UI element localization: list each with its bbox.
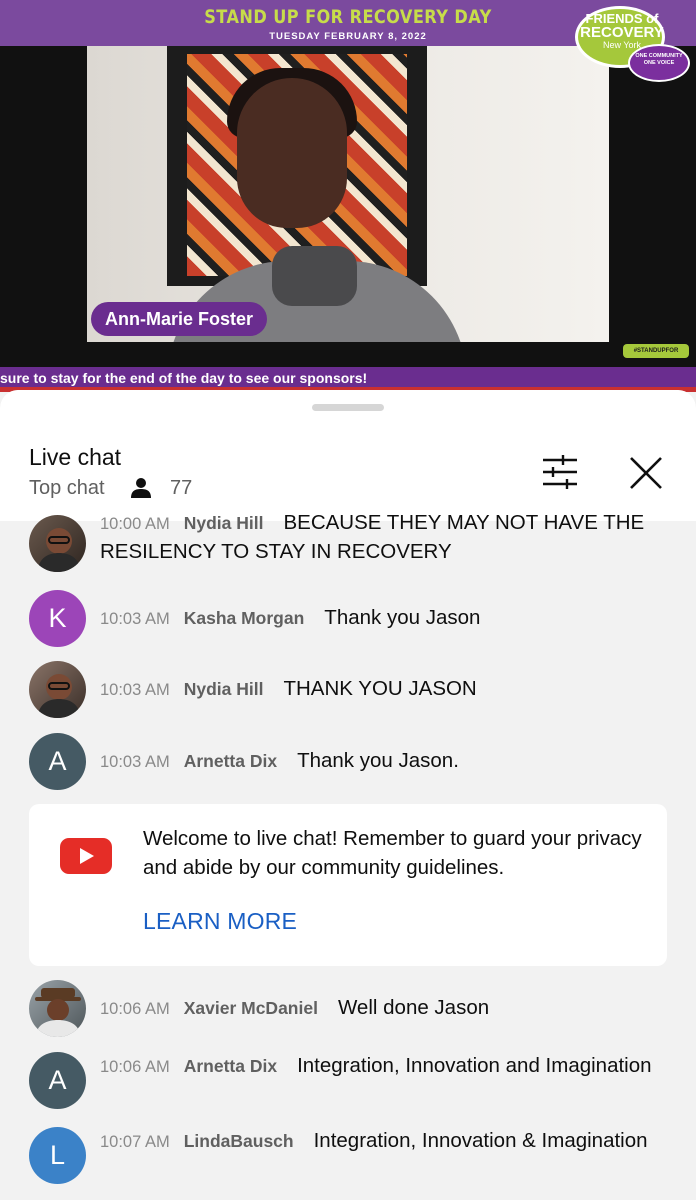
message-author[interactable]: Kasha Morgan xyxy=(184,608,305,628)
message-body: Thank you Jason xyxy=(324,606,481,629)
speaker-collar xyxy=(272,246,357,306)
chat-message[interactable]: K 10:03 AM Kasha Morgan Thank you Jason xyxy=(0,590,696,650)
chat-mode-selector[interactable]: Top chat xyxy=(29,477,105,500)
logo-text-recovery: RECOVERY xyxy=(580,24,664,41)
message-time: 10:07 AM xyxy=(100,1133,170,1151)
avatar xyxy=(29,661,86,718)
speaker-video-frame xyxy=(87,46,609,342)
message-time: 10:06 AM xyxy=(100,1058,170,1076)
avatar: L xyxy=(29,1127,86,1184)
live-chat-panel: Live chat Top chat 77 10:00 AM Nydia Hil… xyxy=(0,390,696,1200)
welcome-text: Welcome to live chat! Remember to guard … xyxy=(143,827,642,879)
banner-title: STAND UP FOR RECOVERY DAY xyxy=(204,6,492,28)
chat-title: Live chat xyxy=(29,444,122,470)
user-photo-icon xyxy=(37,528,81,572)
message-body: Thank you Jason. xyxy=(297,749,459,772)
avatar: K xyxy=(29,590,86,647)
message-body: BECAUSE THEY MAY NOT HAVE THE RESILENCY … xyxy=(100,511,645,563)
chat-message[interactable]: 10:06 AM Xavier McDaniel Well done Jason xyxy=(0,980,696,1040)
learn-more-link[interactable]: LEARN MORE xyxy=(143,908,297,935)
close-icon[interactable] xyxy=(627,454,665,492)
user-photo-icon xyxy=(35,988,81,1037)
chat-message[interactable]: 10:03 AM Nydia Hill THANK YOU JASON xyxy=(0,661,696,721)
welcome-card: Welcome to live chat! Remember to guard … xyxy=(29,804,667,966)
chat-message-text: 10:07 AM LindaBausch Integration, Innovati… xyxy=(100,1127,670,1156)
chat-message[interactable]: L 10:07 AM LindaBausch Integration, Innova… xyxy=(0,1127,696,1197)
person-icon xyxy=(131,478,151,498)
user-photo-icon xyxy=(37,674,81,718)
message-author[interactable]: Arnetta Dix xyxy=(184,751,277,771)
avatar: A xyxy=(29,1052,86,1109)
chat-message-text: 10:00 AM Nydia Hill BECAUSE THEY MAY NOT H… xyxy=(100,509,670,566)
message-time: 10:03 AM xyxy=(100,681,170,699)
avatar xyxy=(29,515,86,572)
message-time: 10:06 AM xyxy=(100,1000,170,1018)
ticker-text: sure to stay for the end of the day to s… xyxy=(0,370,368,386)
chat-message[interactable]: A 10:06 AM Arnetta Dix Integration, Innova… xyxy=(0,1052,696,1122)
message-time: 10:00 AM xyxy=(100,515,170,533)
message-author[interactable]: LindaBausch xyxy=(184,1131,294,1151)
chat-message[interactable]: A 10:03 AM Arnetta Dix Thank you Jason. xyxy=(0,733,696,793)
message-author[interactable]: Nydia Hill xyxy=(184,513,264,533)
chat-header: Live chat Top chat 77 xyxy=(0,390,696,521)
speaker-face xyxy=(237,78,347,228)
message-body: Integration, Innovation and Imagination xyxy=(297,1054,652,1077)
message-author[interactable]: Nydia Hill xyxy=(184,679,264,699)
message-author[interactable]: Arnetta Dix xyxy=(184,1056,277,1076)
viewer-count: 77 xyxy=(170,477,193,499)
filter-icon[interactable] xyxy=(540,454,580,490)
avatar: A xyxy=(29,733,86,790)
youtube-icon xyxy=(60,838,112,874)
logo-badge-text: ONE COMMUNITY ONE VOICE xyxy=(635,53,683,66)
message-body: Well done Jason xyxy=(337,996,490,1019)
chat-message-text: 10:03 AM Kasha Morgan Thank you Jason xyxy=(100,604,670,633)
chat-message-text: 10:03 AM Nydia Hill THANK YOU JASON xyxy=(100,675,670,704)
chat-message-text: 10:06 AM Xavier McDaniel Well done Jason xyxy=(100,994,670,1023)
drag-handle[interactable] xyxy=(312,404,384,411)
message-body: Integration, Innovation & Imagination xyxy=(313,1129,648,1152)
message-time: 10:03 AM xyxy=(100,753,170,771)
screen: STAND UP FOR RECOVERY DAY TUESDAY FEBRUA… xyxy=(0,0,696,1200)
avatar xyxy=(29,980,86,1037)
message-time: 10:03 AM xyxy=(100,610,170,628)
message-body: THANK YOU JASON xyxy=(283,677,477,700)
hashtag-badge: #STANDUPFOR xyxy=(623,344,689,358)
news-ticker: sure to stay for the end of the day to s… xyxy=(0,367,696,389)
message-author[interactable]: Xavier McDaniel xyxy=(184,998,318,1018)
video-player[interactable]: STAND UP FOR RECOVERY DAY TUESDAY FEBRUA… xyxy=(0,0,696,392)
speaker-name-tag: Ann-Marie Foster xyxy=(91,302,268,336)
chat-message-text: 10:06 AM Arnetta Dix Integration, Innovati… xyxy=(100,1052,670,1081)
chat-message[interactable]: 10:00 AM Nydia Hill BECAUSE THEY MAY NOT H… xyxy=(0,509,696,579)
chat-message-text: 10:03 AM Arnetta Dix Thank you Jason. xyxy=(100,747,670,776)
